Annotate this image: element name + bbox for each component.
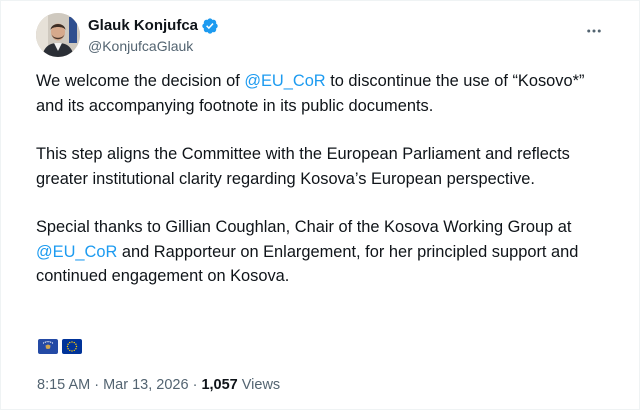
eu-flag-icon	[62, 339, 82, 354]
text-segment: We welcome the decision of	[36, 72, 245, 90]
mention-link[interactable]: @EU_CoR	[244, 72, 325, 90]
verified-badge-icon[interactable]	[201, 17, 219, 35]
author-display-name[interactable]: Glauk Konjufca	[88, 16, 198, 35]
mention-link[interactable]: @EU_CoR	[36, 243, 117, 261]
name-row: Glauk Konjufca	[88, 16, 219, 35]
tweet-text: We welcome the decision of @EU_CoR to di…	[36, 69, 611, 313]
text-segment: Special thanks to Gillian Coughlan, Chai…	[36, 218, 572, 236]
avatar-image	[36, 13, 80, 57]
flag-emojis	[38, 339, 82, 354]
views-label: Views	[237, 377, 281, 393]
more-options-button[interactable]	[582, 19, 606, 43]
tweet-meta: 8:15 AM · Mar 13, 2026 · 1,057 Views	[37, 375, 280, 395]
author-block: Glauk Konjufca @KonjufcaGlauk	[88, 16, 219, 56]
tweet-time: 8:15 AM	[37, 377, 91, 393]
kosovo-flag-icon	[38, 339, 58, 354]
author-handle[interactable]: @KonjufcaGlauk	[88, 37, 219, 56]
tweet-paragraph-2: This step aligns the Committee with the …	[36, 145, 570, 188]
more-dots-icon	[587, 29, 601, 33]
tweet-paragraph-3: Special thanks to Gillian Coughlan, Chai…	[36, 215, 611, 289]
tweet-date: Mar 13, 2026	[103, 377, 189, 393]
meta-separator: ·	[90, 377, 104, 393]
tweet-header: Glauk Konjufca @KonjufcaGlauk	[36, 13, 616, 57]
text-segment: and Rapporteur on Enlargement, for her p…	[36, 242, 579, 286]
tweet-timestamp-link[interactable]: 8:15 AM · Mar 13, 2026	[37, 377, 189, 393]
views-count: 1,057	[201, 377, 238, 393]
avatar[interactable]	[36, 13, 80, 57]
tweet-card: Glauk Konjufca @KonjufcaGlauk We welcome…	[0, 0, 640, 410]
meta-separator: ·	[188, 377, 202, 393]
tweet-paragraph-1: We welcome the decision of @EU_CoR to di…	[36, 69, 611, 118]
